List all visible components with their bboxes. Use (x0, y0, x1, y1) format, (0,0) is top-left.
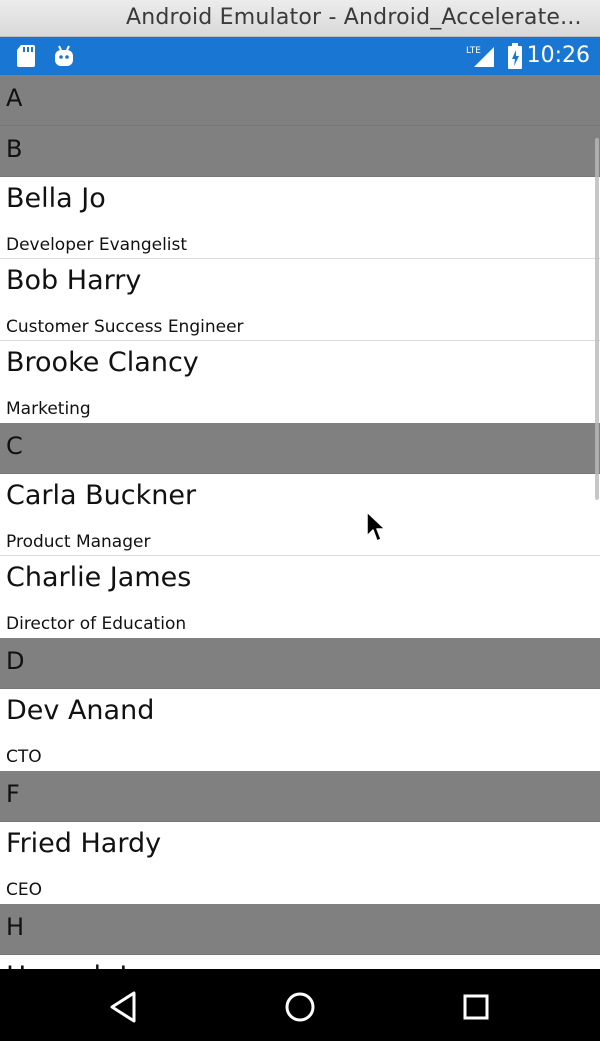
status-bar: LTE 10:26 (0, 37, 600, 75)
home-icon (285, 992, 315, 1022)
lte-signal-icon: LTE (466, 43, 496, 74)
recents-button[interactable] (456, 987, 496, 1027)
list-item[interactable]: Hannah Icaza (0, 955, 600, 969)
sd-card-icon (15, 44, 37, 73)
contact-list[interactable]: A B Bella Jo Developer Evangelist Bob Ha… (0, 75, 600, 969)
list-item[interactable]: Brooke Clancy Marketing (0, 341, 600, 423)
section-header-f: F (0, 771, 600, 822)
contact-name: Bella Jo (6, 183, 106, 214)
android-icon (53, 44, 75, 73)
contact-name: Carla Buckner (6, 480, 197, 511)
status-time: 10:26 (526, 43, 590, 68)
section-letter: F (6, 780, 20, 808)
section-header-d: D (0, 638, 600, 689)
contact-role: CEO (6, 880, 42, 900)
svg-text:LTE: LTE (466, 46, 481, 56)
contact-name: Dev Anand (6, 695, 155, 726)
contact-role: CTO (6, 747, 42, 767)
window-title: Android Emulator - Android_Accelerate... (126, 5, 582, 30)
section-header-a: A (0, 75, 600, 126)
list-item[interactable]: Bella Jo Developer Evangelist (0, 177, 600, 259)
recents-icon (463, 994, 489, 1020)
scrollbar[interactable] (595, 138, 599, 500)
battery-icon (506, 42, 524, 75)
navigation-bar (0, 969, 600, 1041)
section-letter: B (6, 135, 23, 163)
contact-name: Hannah Icaza (6, 961, 189, 969)
list-item[interactable]: Bob Harry Customer Success Engineer (0, 259, 600, 341)
contact-name: Bob Harry (6, 265, 142, 296)
contact-role: Marketing (6, 399, 91, 419)
list-item[interactable]: Dev Anand CTO (0, 689, 600, 771)
section-letter: H (6, 913, 25, 941)
section-header-h: H (0, 904, 600, 955)
section-header-c: C (0, 423, 600, 474)
contact-name: Charlie James (6, 562, 192, 593)
section-letter: A (6, 84, 23, 112)
back-button[interactable] (104, 987, 144, 1027)
section-letter: C (6, 432, 23, 460)
list-item[interactable]: Charlie James Director of Education (0, 556, 600, 638)
section-header-b: B (0, 126, 600, 177)
mouse-pointer-icon (366, 511, 386, 542)
contact-role: Director of Education (6, 614, 187, 634)
list-item[interactable]: Fried Hardy CEO (0, 822, 600, 904)
emulator-title-bar: Android Emulator - Android_Accelerate... (0, 0, 600, 37)
contact-role: Developer Evangelist (6, 235, 188, 255)
contact-name: Fried Hardy (6, 828, 162, 859)
contact-role: Customer Success Engineer (6, 317, 244, 337)
back-icon (110, 991, 136, 1023)
home-button[interactable] (280, 987, 320, 1027)
section-letter: D (6, 647, 25, 675)
contact-role: Product Manager (6, 532, 151, 552)
contact-name: Brooke Clancy (6, 347, 199, 378)
list-item[interactable]: Carla Buckner Product Manager (0, 474, 600, 556)
